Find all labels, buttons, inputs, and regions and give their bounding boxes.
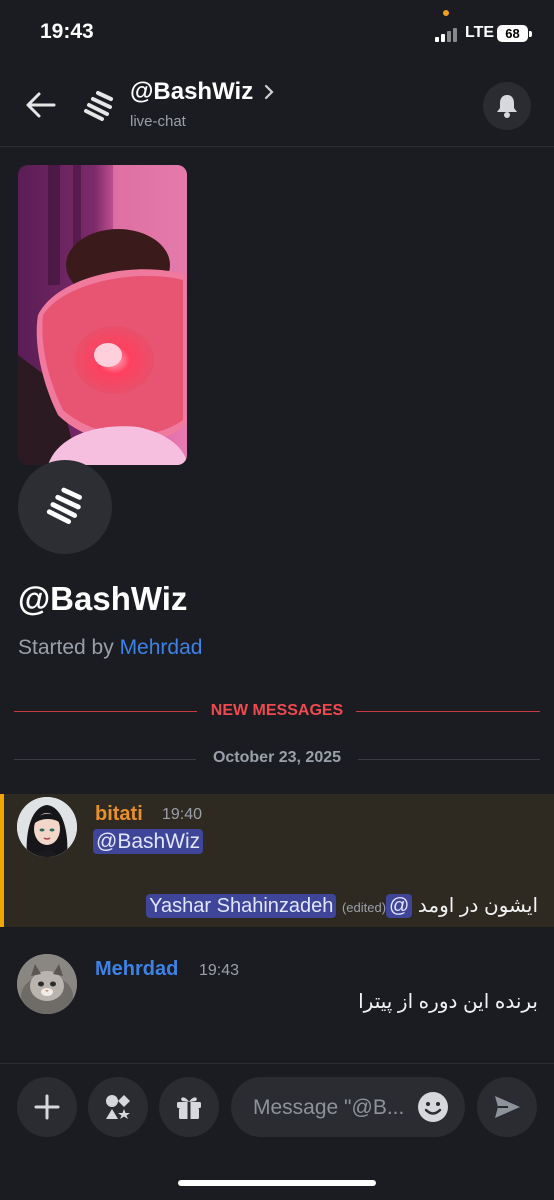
channel-title[interactable]: @BashWiz [130, 78, 253, 106]
message-body-line2: Yashar Shahinzadeh (edited) @ ایشون در او… [146, 893, 538, 918]
edited-label: (edited) [341, 900, 387, 915]
date-separator: October 23, 2025 [212, 749, 342, 766]
emoji-icon[interactable] [417, 1091, 449, 1123]
new-messages-label: NEW MESSAGES [210, 702, 344, 719]
message-text: ایشون در اومد [417, 895, 538, 917]
message-author[interactable]: bitati [95, 803, 143, 826]
header-divider [0, 146, 554, 147]
thread-started-by: Started by Mehrdad [18, 636, 202, 660]
battery-tip [529, 31, 532, 37]
back-arrow-icon[interactable] [24, 88, 58, 122]
privacy-indicator [443, 10, 449, 16]
bell-icon [497, 95, 517, 118]
user-mention[interactable]: @BashWiz [93, 829, 204, 854]
started-prefix: Started by [18, 636, 120, 659]
gift-icon [177, 1097, 201, 1119]
send-icon [495, 1096, 520, 1118]
message-input[interactable] [251, 1077, 415, 1139]
channel-subtitle: live-chat [130, 113, 186, 130]
thread-icon [84, 91, 113, 121]
chevron-right-icon[interactable] [262, 82, 276, 102]
thread-icon [46, 487, 82, 524]
starter-link[interactable]: Mehrdad [120, 636, 203, 659]
message-author[interactable]: Mehrdad [95, 958, 178, 981]
apps-button[interactable] [88, 1077, 148, 1137]
thread-title: @BashWiz [18, 580, 188, 617]
home-indicator [178, 1180, 376, 1186]
status-time: 19:43 [40, 20, 94, 43]
notification-button[interactable] [483, 82, 531, 130]
highlight-bar [0, 794, 4, 927]
user-mention[interactable]: Yashar Shahinzadeh [146, 894, 337, 918]
send-button[interactable] [477, 1077, 537, 1137]
composer-divider [0, 1063, 554, 1064]
add-button[interactable] [17, 1077, 77, 1137]
thread-avatar [18, 460, 112, 554]
plus-icon [34, 1094, 60, 1120]
message-timestamp: 19:40 [162, 806, 203, 823]
network-label: LTE [465, 24, 495, 41]
message-timestamp: 19:43 [199, 962, 240, 979]
gift-button[interactable] [159, 1077, 219, 1137]
message-body-line1: @BashWiz [93, 829, 204, 854]
apps-icon [106, 1095, 130, 1119]
signal-icon [435, 26, 457, 42]
message-composer[interactable] [231, 1077, 465, 1139]
message-text: برنده این دوره از پیترا [358, 991, 538, 1013]
at-mention[interactable]: @ [386, 894, 413, 918]
battery-icon: 68 [497, 25, 528, 42]
avatar[interactable] [17, 797, 77, 857]
media-image[interactable] [18, 165, 187, 465]
avatar[interactable] [17, 954, 77, 1014]
